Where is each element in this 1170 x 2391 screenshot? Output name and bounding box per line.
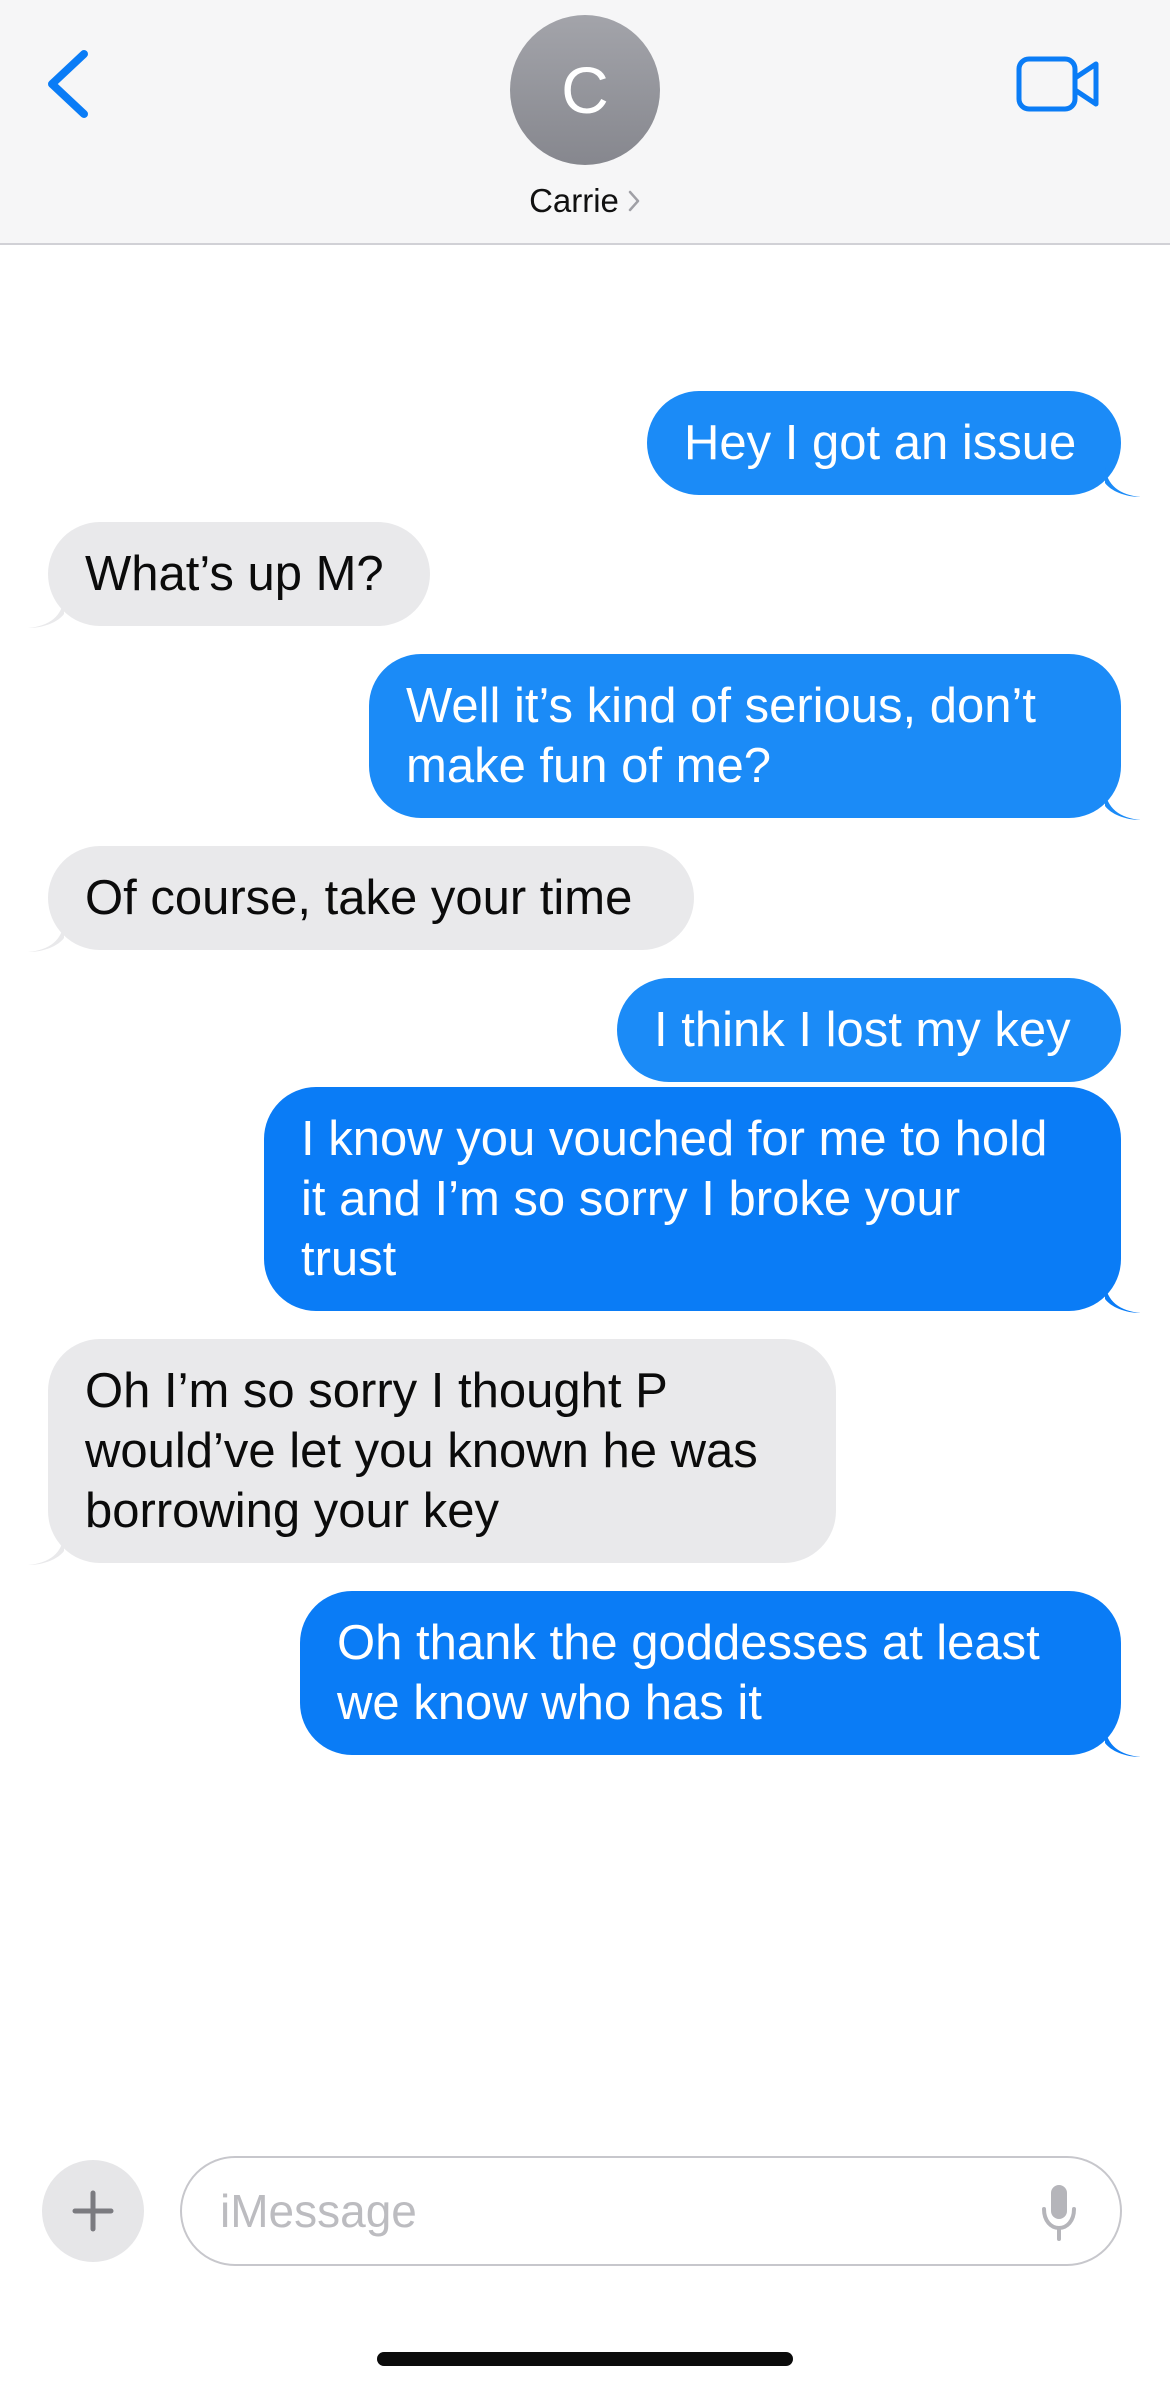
message-bubble-sent[interactable]: Oh thank the goddesses at least we know … bbox=[300, 1591, 1141, 1757]
message-text: Oh I’m so sorry I thought P bbox=[85, 1364, 668, 1418]
back-button[interactable] bbox=[40, 46, 100, 122]
messages-screen: C Carrie Hey I got an issue What’s up M?… bbox=[0, 0, 1170, 2391]
message-text: I think I lost my key bbox=[654, 1003, 1071, 1057]
message-text: I know you vouched for me to hold bbox=[301, 1112, 1048, 1166]
plus-icon bbox=[72, 2190, 114, 2232]
message-input-placeholder: iMessage bbox=[220, 2185, 417, 2237]
message-text: would’ve let you known he was bbox=[85, 1424, 758, 1478]
bubble-tail bbox=[1105, 467, 1141, 497]
chevron-right-icon bbox=[628, 190, 640, 212]
contact-name: Carrie bbox=[529, 182, 619, 219]
message-text: make fun of me? bbox=[406, 739, 771, 793]
bubble-tail bbox=[28, 922, 64, 952]
message-bubble-received[interactable]: What’s up M? bbox=[28, 522, 430, 628]
contact-name-button[interactable]: Carrie bbox=[0, 180, 1170, 222]
message-text: borrowing your key bbox=[85, 1484, 499, 1538]
message-text: Hey I got an issue bbox=[684, 416, 1077, 470]
message-text: What’s up M? bbox=[85, 547, 384, 601]
message-bubble-received[interactable]: Oh I’m so sorry I thought P would’ve let… bbox=[28, 1339, 836, 1565]
message-text: we know who has it bbox=[337, 1676, 762, 1730]
message-bubble-sent[interactable]: I think I lost my key bbox=[617, 978, 1121, 1082]
contact-initial: C bbox=[561, 53, 609, 127]
message-text: trust bbox=[301, 1232, 397, 1286]
apps-plus-button[interactable] bbox=[42, 2160, 144, 2262]
facetime-video-button[interactable] bbox=[1016, 56, 1100, 112]
microphone-icon[interactable] bbox=[1040, 2183, 1078, 2243]
home-indicator[interactable] bbox=[377, 2352, 793, 2366]
message-text: Well it’s kind of serious, don’t bbox=[406, 679, 1037, 733]
message-text: Of course, take your time bbox=[85, 871, 633, 925]
contact-avatar[interactable]: C bbox=[510, 15, 660, 165]
message-bubble-received[interactable]: Of course, take your time bbox=[28, 846, 694, 952]
chevron-left-icon bbox=[48, 50, 88, 118]
video-camera-icon bbox=[1016, 56, 1099, 112]
bubble-tail bbox=[1105, 1727, 1141, 1757]
bubble-tail bbox=[1105, 790, 1141, 820]
message-bubble-sent[interactable]: Hey I got an issue bbox=[647, 391, 1141, 497]
message-text: it and I’m so sorry I broke your bbox=[301, 1172, 961, 1226]
message-bubble-sent[interactable]: I know you vouched for me to hold it and… bbox=[264, 1087, 1141, 1313]
bubble-tail bbox=[1105, 1283, 1141, 1313]
message-text: Oh thank the goddesses at least bbox=[337, 1616, 1040, 1670]
message-bubble-sent[interactable]: Well it’s kind of serious, don’t make fu… bbox=[369, 654, 1141, 820]
bubble-tail bbox=[28, 1535, 64, 1565]
bubble-tail bbox=[28, 598, 64, 628]
conversation-header: C Carrie bbox=[0, 0, 1170, 245]
message-input[interactable]: iMessage bbox=[180, 2156, 1122, 2266]
